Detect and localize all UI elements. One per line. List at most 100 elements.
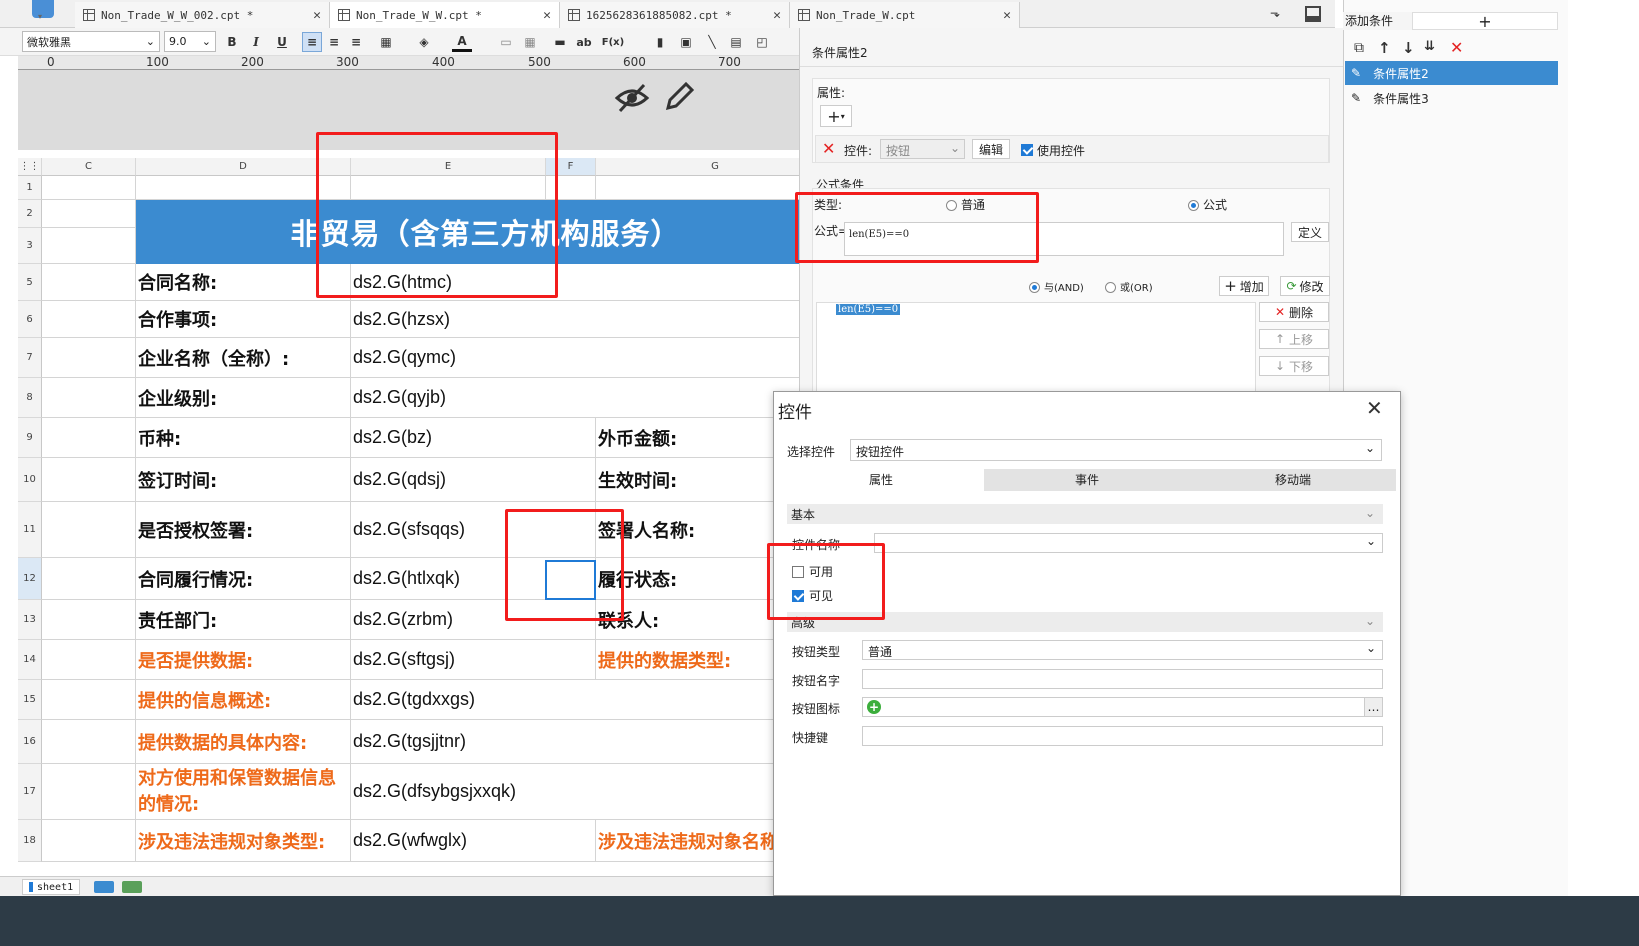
- value-cell[interactable]: ds2.G(qdsj): [351, 458, 596, 502]
- button-name-input[interactable]: [862, 669, 1383, 689]
- condition-item-1[interactable]: ✎ 条件属性2: [1345, 61, 1558, 85]
- underline-button[interactable]: U: [272, 32, 292, 52]
- cell-c[interactable]: [42, 680, 136, 720]
- value-cell[interactable]: ds2.G(bz): [351, 418, 596, 458]
- subreport-icon[interactable]: ▤: [726, 32, 746, 52]
- cell-c[interactable]: [42, 640, 136, 680]
- condition-list-item[interactable]: len(E5)==0: [836, 304, 901, 315]
- tab-chevron-icon[interactable]: ▾: [38, 12, 42, 21]
- row-header[interactable]: 16: [18, 720, 42, 764]
- label-cell[interactable]: 是否提供数据:: [136, 640, 351, 680]
- row-header[interactable]: 8: [18, 378, 42, 418]
- use-control-checkbox[interactable]: [1021, 142, 1033, 156]
- cell-c[interactable]: [42, 338, 136, 378]
- cell-c[interactable]: [42, 558, 136, 600]
- value-cell[interactable]: ds2.G(tgsjjtnr): [351, 720, 835, 764]
- cell-c[interactable]: [42, 458, 136, 502]
- condition-item-2[interactable]: ✎ 条件属性3: [1345, 86, 1558, 110]
- slash-icon[interactable]: ╲: [702, 32, 722, 52]
- row-header[interactable]: 15: [18, 680, 42, 720]
- row-header[interactable]: 11: [18, 502, 42, 558]
- browse-icon-button[interactable]: …: [1364, 697, 1383, 717]
- label-cell[interactable]: 企业级别:: [136, 378, 351, 418]
- close-icon[interactable]: ✕: [543, 8, 551, 23]
- value-cell[interactable]: ds2.G(tgdxxgs): [351, 680, 835, 720]
- image-icon[interactable]: ▣: [676, 32, 696, 52]
- add-condition-button[interactable]: + 增加: [1219, 276, 1269, 296]
- value-cell[interactable]: ds2.G(hzsx): [351, 301, 835, 338]
- formula-button[interactable]: F(x): [600, 32, 626, 52]
- close-icon[interactable]: ✕: [1366, 396, 1383, 420]
- row-header[interactable]: 12: [18, 558, 42, 600]
- column-header-c[interactable]: C: [42, 158, 136, 176]
- edit-control-button[interactable]: 编辑: [972, 139, 1010, 159]
- delete-condition-button[interactable]: ✕ 删除: [1259, 302, 1329, 322]
- wrap-icon[interactable]: ▬: [550, 32, 570, 52]
- selected-cell-f12[interactable]: [545, 560, 596, 600]
- font-family-select[interactable]: 微软雅黑 ⌄: [22, 31, 160, 52]
- font-size-select[interactable]: 9.0 ⌄: [164, 31, 216, 52]
- row-header[interactable]: 7: [18, 338, 42, 378]
- cell-c[interactable]: [42, 301, 136, 338]
- close-icon[interactable]: ✕: [313, 8, 321, 23]
- row-header[interactable]: 14: [18, 640, 42, 680]
- split-icon[interactable]: ▦: [520, 32, 540, 52]
- cell-c[interactable]: [42, 720, 136, 764]
- row-header[interactable]: 2: [18, 200, 42, 228]
- move-up-button[interactable]: ↑ 上移: [1259, 329, 1329, 349]
- align-left-icon[interactable]: ≡: [302, 32, 322, 52]
- row-header[interactable]: 10: [18, 458, 42, 502]
- button-type-select[interactable]: 普通 ⌄: [862, 640, 1383, 660]
- row-header[interactable]: 9: [18, 418, 42, 458]
- shortcut-input[interactable]: [862, 726, 1383, 746]
- row-header[interactable]: 18: [18, 820, 42, 862]
- label-cell[interactable]: 企业名称（全称）:: [136, 338, 351, 378]
- cell-c[interactable]: [42, 418, 136, 458]
- label-cell[interactable]: 合作事项:: [136, 301, 351, 338]
- control-name-input[interactable]: ⌄: [874, 533, 1383, 553]
- tab-events[interactable]: 事件: [984, 469, 1190, 491]
- fill-color-icon[interactable]: ◈: [414, 32, 434, 52]
- corner-header[interactable]: ⋮⋮: [18, 158, 42, 176]
- cell-c[interactable]: [42, 176, 136, 200]
- cell-c[interactable]: [42, 228, 136, 264]
- row-header[interactable]: 1: [18, 176, 42, 200]
- select-control-dropdown[interactable]: 按钮控件 ⌄: [850, 439, 1382, 461]
- label-cell[interactable]: 对方使用和保管数据信息 的情况:: [136, 764, 351, 820]
- close-icon[interactable]: ✕: [1003, 8, 1011, 23]
- arrow-down-icon[interactable]: ↓: [1402, 39, 1415, 57]
- row-header[interactable]: 17: [18, 764, 42, 820]
- bold-button[interactable]: B: [222, 32, 242, 52]
- text-color-button[interactable]: A: [452, 32, 472, 52]
- sort-icon[interactable]: ⇊: [1424, 39, 1435, 54]
- button-icon-field[interactable]: +: [862, 697, 1365, 717]
- label-cell[interactable]: 合同履行情况:: [136, 558, 351, 600]
- label-cell[interactable]: 提供数据的具体内容:: [136, 720, 351, 764]
- value-cell[interactable]: ds2.G(dfsybgsjxxqk): [351, 764, 835, 820]
- cell-c[interactable]: [42, 600, 136, 640]
- tab-file-2[interactable]: Non_Trade_W_W.cpt * ✕: [330, 2, 560, 28]
- tab-file-4[interactable]: Non_Trade_W.cpt ✕: [790, 2, 1020, 28]
- cell-c[interactable]: [42, 502, 136, 558]
- align-center-icon[interactable]: ≡: [324, 32, 344, 52]
- chart-icon[interactable]: ▮: [650, 32, 670, 52]
- basic-section-header[interactable]: 基本 ⌄: [787, 504, 1383, 524]
- cell-c[interactable]: [42, 200, 136, 228]
- arrow-up-icon[interactable]: ↑: [1378, 39, 1391, 57]
- add-condition-plus-button[interactable]: +: [1412, 12, 1558, 31]
- align-right-icon[interactable]: ≡: [346, 32, 366, 52]
- tab-file-1[interactable]: Non_Trade_W_W_002.cpt * ✕: [75, 2, 330, 28]
- cell-c[interactable]: [42, 378, 136, 418]
- delete-icon[interactable]: ✕: [1450, 38, 1463, 57]
- merge-icon[interactable]: ▭: [496, 32, 516, 52]
- add-attribute-button[interactable]: + ▾: [820, 105, 852, 127]
- row-header[interactable]: 6: [18, 301, 42, 338]
- label-cell[interactable]: 是否授权签署:: [136, 502, 351, 558]
- pencil-icon[interactable]: [664, 80, 696, 112]
- label-cell[interactable]: 责任部门:: [136, 600, 351, 640]
- copy-icon[interactable]: ⧉: [1354, 40, 1364, 56]
- tab-list-icon[interactable]: ⬎: [1270, 6, 1280, 20]
- row-header[interactable]: 5: [18, 264, 42, 301]
- tab-file-3[interactable]: 1625628361885082.cpt * ✕: [560, 2, 790, 28]
- or-radio[interactable]: [1105, 280, 1116, 294]
